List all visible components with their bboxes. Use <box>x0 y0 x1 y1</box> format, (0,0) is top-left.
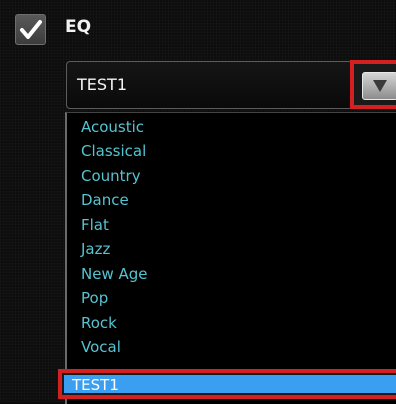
eq-settings-panel: EQ TEST1 Acoustic Classical Country Danc… <box>0 0 396 404</box>
selected-option-label: TEST1 <box>72 376 119 394</box>
list-item[interactable]: Flat <box>81 213 109 237</box>
eq-label: EQ <box>65 17 92 37</box>
eq-preset-dropdown-list: Acoustic Classical Country Dance Flat Ja… <box>65 112 396 404</box>
eq-enable-checkbox[interactable] <box>15 14 46 45</box>
list-item[interactable]: Classical <box>81 139 146 163</box>
list-item-selected[interactable]: TEST1 <box>58 369 396 399</box>
list-item[interactable]: Pop <box>81 286 108 310</box>
list-item[interactable]: Vocal <box>81 335 121 359</box>
eq-preset-current-value: TEST1 <box>77 75 127 94</box>
list-item[interactable]: Jazz <box>81 237 110 261</box>
list-item[interactable]: Dance <box>81 188 129 212</box>
selection-highlight: TEST1 <box>64 375 396 394</box>
triangle-down-icon <box>373 80 387 92</box>
list-item[interactable]: Acoustic <box>81 115 144 139</box>
list-item[interactable]: Rock <box>81 311 117 335</box>
list-item[interactable]: New Age <box>81 262 148 286</box>
checkmark-icon <box>20 20 42 39</box>
eq-preset-select[interactable]: TEST1 <box>66 61 396 109</box>
dropdown-button-face[interactable] <box>362 72 396 100</box>
dropdown-button[interactable] <box>350 60 396 109</box>
list-item[interactable]: Country <box>81 164 141 188</box>
